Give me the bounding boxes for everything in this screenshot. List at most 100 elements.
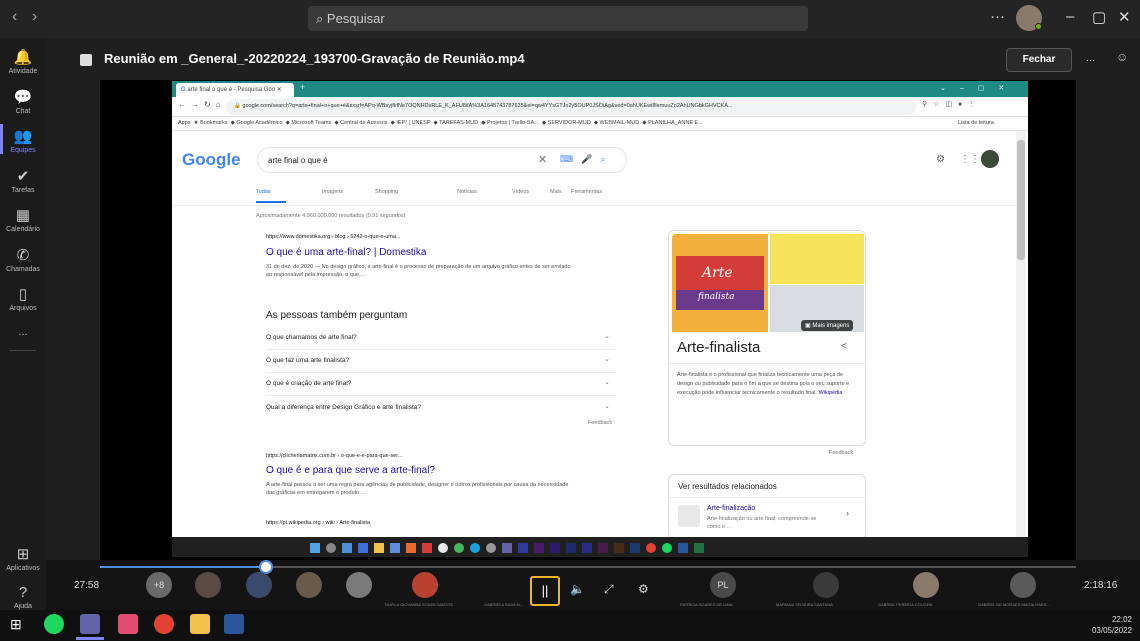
related-thumb[interactable]	[678, 505, 700, 527]
more-options-icon[interactable]: ···	[990, 8, 1005, 25]
rail-item-files[interactable]: ▯ Arquivos	[0, 285, 46, 312]
windows-start-icon[interactable]: ⊞	[10, 616, 22, 633]
browser-nav-icons[interactable]: ←→↻⌂	[178, 100, 226, 109]
bookmarks-list[interactable]: Apps ★ Bookmarks ◆ Google Acadêmico ◆ Mi…	[178, 120, 703, 126]
chevron-down-icon[interactable]: ⌄	[604, 402, 610, 410]
system-clock: 22:02 03/05/2022	[1091, 615, 1132, 635]
fullscreen-icon[interactable]: ⤢	[604, 582, 614, 597]
rail-item-help[interactable]: ? Ajuda	[0, 584, 46, 610]
result-2-title[interactable]: O que é e para que serve a arte-final?	[266, 465, 435, 476]
more-images-button[interactable]: ▣ Mais imagens	[801, 320, 854, 331]
rail-item-chat[interactable]: 💬 Chat	[0, 88, 46, 115]
tab-tools[interactable]: Ferramentas	[571, 189, 602, 195]
rail-item-calls[interactable]: ✆ Chamadas	[0, 246, 46, 273]
help-icon: ?	[18, 584, 28, 601]
google-logo[interactable]: Google	[182, 150, 241, 170]
related-item-title[interactable]: Arte-finalização	[707, 505, 755, 512]
kp-divider	[668, 363, 866, 364]
chevron-down-icon[interactable]: ⌄	[604, 378, 610, 386]
recorded-taskbar-icons	[310, 540, 704, 558]
teams-app-icon[interactable]	[80, 614, 100, 634]
participant-name: GABRIELA SILVA M...	[484, 602, 524, 607]
address-bar[interactable]: 🔒 google.com/search?q=arte+final+o+que+é…	[226, 99, 916, 115]
lock-icon: 🔒	[234, 103, 241, 109]
time-current: 27:58	[74, 580, 100, 591]
tab-images[interactable]: Imagens	[322, 189, 343, 195]
search-input[interactable]: ⌕ Pesquisar	[308, 6, 808, 31]
participant-name: PATRICIA SOARES DE LIMA	[680, 602, 733, 607]
rail-item-calendar[interactable]: ▦ Calendário	[0, 206, 46, 233]
kp-image-2[interactable]	[770, 234, 864, 284]
participant-avatar	[346, 572, 372, 598]
kp-main-image[interactable]: Arte finalista	[672, 234, 768, 332]
browser-tab[interactable]: G arte final o que é - Pesquisa Goo ✕	[176, 83, 294, 97]
query-text: arte final o que é	[268, 156, 328, 165]
participant-name: GABRIEL DE MORAES MAGALHAES...	[978, 602, 1050, 607]
chat-icon: 💬	[13, 89, 33, 106]
chrome-icon[interactable]	[154, 614, 174, 634]
search-tools-icons[interactable]: ⌨🎤⌕	[560, 154, 613, 165]
new-tab-icon[interactable]: +	[300, 82, 305, 92]
word-icon[interactable]	[224, 614, 244, 634]
chevron-right-icon[interactable]: ›	[846, 508, 849, 518]
browser-action-icons[interactable]: ⚲☆◫●⋮	[922, 100, 981, 108]
rail-item-tasks[interactable]: ✔ Tarefas	[0, 167, 46, 194]
rail-item-teams[interactable]: 👥 Equipes	[0, 127, 46, 154]
share-icon[interactable]: <	[841, 341, 847, 352]
maximize-icon[interactable]: ▢	[1092, 8, 1106, 26]
pause-button[interactable]: ||	[530, 576, 560, 606]
kp-source-link[interactable]: Wikipédia	[819, 390, 843, 396]
reading-list-link[interactable]: Lista de leitura	[958, 120, 994, 126]
settings-icon[interactable]: ⚙	[936, 154, 945, 165]
minimize-icon[interactable]: –	[1066, 8, 1074, 25]
close-window-icon[interactable]: ✕	[1118, 8, 1131, 26]
chevron-down-icon[interactable]: ⌄	[604, 355, 610, 363]
rail-item-apps[interactable]: ⊞ Aplicativos	[0, 545, 46, 572]
paa-item-2[interactable]: O que faz uma arte finalista?	[266, 357, 349, 364]
scroll-thumb[interactable]	[1017, 140, 1025, 260]
tab-videos[interactable]: Vídeos	[512, 189, 529, 195]
spotify-icon[interactable]	[44, 614, 64, 634]
rail-item-activity[interactable]: 🔔 Atividade	[0, 48, 46, 75]
tab-news[interactable]: Notícias	[457, 189, 477, 195]
participant-name: GABRIEL PEREIRA COUGHA	[878, 602, 933, 607]
video-file-icon	[80, 54, 92, 66]
participant-avatar	[813, 572, 839, 598]
paa-divider	[266, 349, 616, 350]
presence-icon	[1035, 23, 1042, 30]
bell-icon: 🔔	[13, 49, 33, 66]
apps-icon: ⊞	[16, 546, 30, 563]
app-icon[interactable]	[118, 614, 138, 634]
participant-avatar	[913, 572, 939, 598]
participant-avatar	[195, 572, 221, 598]
back-arrow-icon[interactable]: ‹	[12, 8, 17, 26]
paa-item-1[interactable]: O que chamamos de arte final?	[266, 334, 357, 341]
tab-shopping[interactable]: Shopping	[375, 189, 398, 195]
tab-all[interactable]: Todas	[256, 189, 271, 195]
paa-feedback-link[interactable]: Feedback	[588, 420, 612, 426]
kp-logo-word-1: Arte	[702, 265, 733, 281]
paa-heading: As pessoas também perguntam	[266, 310, 408, 321]
result-1-title[interactable]: O que é uma arte-final? | Domestika	[266, 247, 426, 258]
kp-feedback-link[interactable]: Feedback	[829, 450, 853, 456]
paa-item-3[interactable]: O que é criação de arte final?	[266, 380, 351, 387]
rail-more-icon[interactable]: ...	[0, 326, 46, 338]
file-explorer-icon[interactable]	[190, 614, 210, 634]
apps-grid-icon[interactable]: ⋮⋮	[960, 154, 980, 165]
close-button[interactable]: Fechar	[1006, 48, 1072, 72]
clear-query-icon[interactable]: ✕	[538, 153, 547, 166]
paa-item-4[interactable]: Qual a diferença entre Design Gráfico e …	[266, 404, 421, 411]
participants-overflow: +8	[146, 572, 172, 598]
paa-divider	[266, 372, 616, 373]
chat-toggle-icon[interactable]: ☺	[1116, 50, 1128, 64]
browser-window-controls[interactable]: ⌄–▢✕	[940, 84, 1018, 92]
tab-more[interactable]: Mais	[550, 189, 562, 195]
chevron-down-icon[interactable]: ⌄	[604, 332, 610, 340]
settings-gear-icon[interactable]: ⚙	[638, 582, 649, 596]
rail-divider	[10, 350, 36, 351]
more-button[interactable]: ...	[1086, 52, 1095, 64]
volume-icon[interactable]: 🔈	[570, 582, 585, 596]
result-1-snippet: 31 de dez. de 2020 — No design gráfico, …	[266, 264, 571, 278]
google-account-avatar[interactable]	[981, 150, 999, 168]
forward-arrow-icon[interactable]: ›	[32, 8, 37, 26]
